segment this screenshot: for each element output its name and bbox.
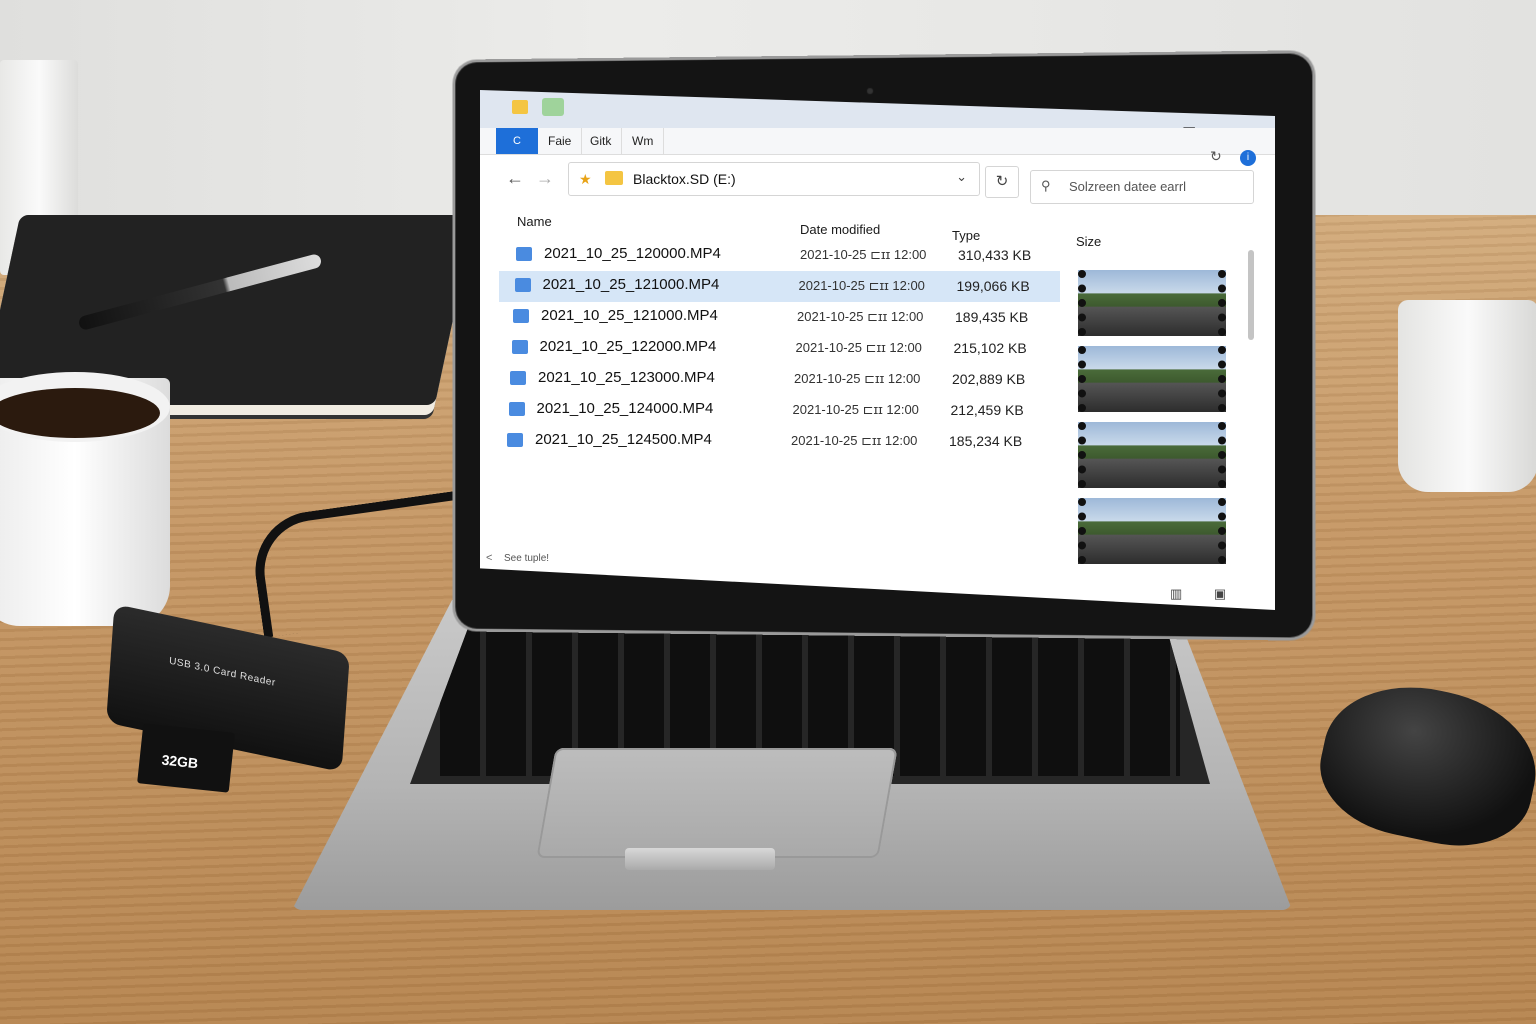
search-placeholder: Solzreen datee earrl bbox=[1069, 179, 1187, 194]
column-name[interactable]: Name bbox=[517, 214, 552, 229]
status-text: See tuple! bbox=[504, 553, 550, 564]
trackpad bbox=[536, 748, 898, 858]
plant-pot-right bbox=[1398, 300, 1536, 492]
document-tab-icon[interactable] bbox=[542, 98, 564, 116]
search-icon: ⚲ bbox=[1041, 178, 1051, 193]
back-arrow-icon[interactable]: ← bbox=[506, 168, 524, 189]
sd-card: 32GB bbox=[137, 723, 235, 793]
address-path: Blacktox.SD (E:) bbox=[633, 171, 736, 187]
sync-icon[interactable]: ↻ bbox=[1210, 148, 1222, 165]
details-view-icon[interactable]: ▥ bbox=[1170, 586, 1182, 601]
navigation-row: ← → ★ Blacktox.SD (E:) ⌄ ↻ ↻ i ⚲ Solzree… bbox=[480, 148, 1275, 204]
video-file-icon bbox=[513, 309, 529, 323]
file-row[interactable]: 2021_10_25_121000.MP4 2021-10-25 ⊏ɪɪ 12:0… bbox=[498, 271, 1060, 302]
card-reader-label: USB 3.0 Card Reader bbox=[168, 655, 277, 689]
info-icon[interactable]: i bbox=[1240, 150, 1256, 166]
file-name: 2021_10_25_123000.MP4 bbox=[538, 369, 715, 386]
file-size: 199,066 KB bbox=[956, 278, 1030, 294]
file-date: 2021-10-25 ⊏ɪɪ 12:00 bbox=[794, 371, 921, 386]
chevron-down-icon[interactable]: ⌄ bbox=[956, 169, 967, 185]
video-file-icon bbox=[508, 402, 525, 416]
column-size[interactable]: Size bbox=[1076, 234, 1101, 249]
video-file-icon bbox=[516, 247, 532, 261]
file-row[interactable]: 2021_10_25_123000.MP4 2021-10-25 ⊏ɪɪ 12:0… bbox=[494, 364, 1060, 395]
file-name: 2021_10_25_124000.MP4 bbox=[536, 400, 714, 417]
ribbon: C Faie Gitk Wm bbox=[480, 128, 1275, 155]
file-date: 2021-10-25 ⊏ɪɪ 12:00 bbox=[797, 309, 924, 324]
video-thumbnail[interactable] bbox=[1078, 346, 1226, 412]
file-name: 2021_10_25_122000.MP4 bbox=[539, 338, 717, 355]
drive-icon: ★ bbox=[579, 171, 592, 187]
scrollbar[interactable] bbox=[1248, 250, 1254, 340]
video-file-icon bbox=[514, 278, 531, 292]
file-explorer-window: — ☐ ✕ C Faie Gitk Wm ← → ★ Blacktox.SD (… bbox=[480, 90, 1275, 610]
file-date: 2021-10-25 ⊏ɪɪ 12:00 bbox=[800, 247, 927, 262]
address-bar[interactable]: ★ Blacktox.SD (E:) ⌄ bbox=[568, 162, 980, 196]
file-size: 185,234 KB bbox=[949, 433, 1023, 449]
column-headers: Name Date modified Type Size bbox=[480, 208, 1275, 249]
webcam bbox=[867, 88, 874, 95]
thumbnail-view-icon[interactable]: ▣ bbox=[1214, 586, 1226, 601]
file-row[interactable]: 2021_10_25_120000.MP4 2021-10-25 ⊏ɪɪ 12:0… bbox=[500, 240, 1060, 271]
file-size: 212,459 KB bbox=[950, 402, 1024, 418]
ribbon-file-button[interactable]: C bbox=[496, 128, 538, 154]
file-row[interactable]: 2021_10_25_124000.MP4 2021-10-25 ⊏ɪɪ 12:0… bbox=[493, 395, 1061, 426]
file-date: 2021-10-25 ⊏ɪɪ 12:00 bbox=[798, 278, 925, 293]
file-name: 2021_10_25_121000.MP4 bbox=[542, 276, 720, 293]
refresh-icon[interactable]: ↻ bbox=[985, 166, 1019, 198]
file-size: 189,435 KB bbox=[955, 309, 1029, 325]
video-file-icon bbox=[511, 340, 528, 354]
file-date: 2021-10-25 ⊏ɪɪ 12:00 bbox=[792, 402, 919, 417]
file-name: 2021_10_25_124500.MP4 bbox=[535, 431, 712, 448]
file-row[interactable]: 2021_10_25_122000.MP4 2021-10-25 ⊏ɪɪ 12:0… bbox=[496, 333, 1061, 364]
forward-arrow-icon[interactable]: → bbox=[536, 168, 554, 189]
file-size: 215,102 KB bbox=[953, 340, 1027, 356]
ribbon-tab[interactable]: Wm bbox=[622, 128, 665, 154]
file-date: 2021-10-25 ⊏ɪɪ 12:00 bbox=[791, 433, 918, 448]
file-row[interactable]: 2021_10_25_121000.MP4 2021-10-25 ⊏ɪɪ 12:0… bbox=[497, 302, 1060, 333]
laptop-notch bbox=[625, 848, 775, 870]
ribbon-tab[interactable]: Faie bbox=[538, 128, 583, 154]
folder-tab-icon[interactable] bbox=[512, 100, 528, 114]
file-date: 2021-10-25 ⊏ɪɪ 12:00 bbox=[795, 340, 922, 355]
video-file-icon bbox=[507, 433, 523, 447]
video-thumbnail[interactable] bbox=[1078, 270, 1226, 336]
chevron-left-icon[interactable]: < bbox=[486, 552, 492, 564]
search-input[interactable]: ⚲ Solzreen datee earrl bbox=[1030, 170, 1254, 204]
column-date-modified[interactable]: Date modified bbox=[800, 222, 880, 237]
thumbnail-column bbox=[1078, 270, 1228, 574]
file-list: 2021_10_25_120000.MP4 2021-10-25 ⊏ɪɪ 12:0… bbox=[497, 240, 1060, 457]
sd-card-label: 32GB bbox=[160, 751, 199, 772]
folder-icon bbox=[605, 171, 623, 185]
video-thumbnail[interactable] bbox=[1078, 422, 1226, 488]
file-name: 2021_10_25_120000.MP4 bbox=[544, 245, 721, 262]
status-bar: < See tuple! bbox=[480, 550, 1275, 570]
file-name: 2021_10_25_121000.MP4 bbox=[541, 307, 718, 324]
view-toggle: ▥ ▣ bbox=[1170, 586, 1254, 602]
file-size: 202,889 KB bbox=[952, 371, 1026, 387]
file-row[interactable]: 2021_10_25_124500.MP4 2021-10-25 ⊏ɪɪ 12:0… bbox=[491, 426, 1060, 457]
file-size: 310,433 KB bbox=[958, 247, 1032, 263]
video-file-icon bbox=[510, 371, 526, 385]
ribbon-tab[interactable]: Gitk bbox=[580, 128, 623, 154]
